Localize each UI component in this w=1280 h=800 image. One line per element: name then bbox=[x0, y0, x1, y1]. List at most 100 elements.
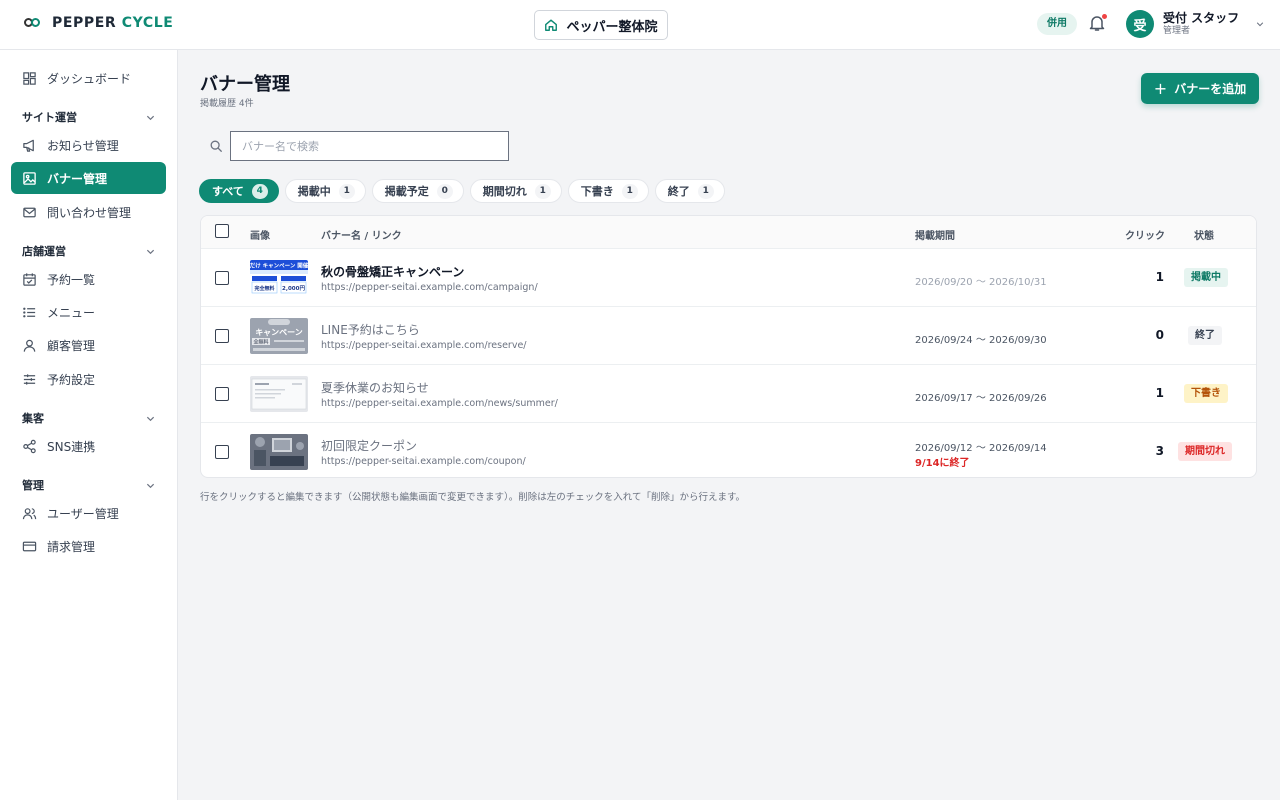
filter-scheduled[interactable]: 掲載予定 0 bbox=[371, 179, 464, 203]
banner-clicks: 1 bbox=[1155, 270, 1164, 284]
sidebar-item-users[interactable]: ユーザー管理 bbox=[11, 497, 166, 529]
column-clicks: クリック bbox=[1125, 231, 1165, 242]
sidebar-item-news[interactable]: お知らせ管理 bbox=[11, 129, 166, 161]
sidebar-item-reservation-settings[interactable]: 予約設定 bbox=[11, 363, 166, 395]
column-image: 画像 bbox=[250, 231, 270, 242]
row-checkbox[interactable] bbox=[215, 445, 229, 459]
banner-thumbnail bbox=[250, 376, 308, 412]
row-checkbox[interactable] bbox=[215, 329, 229, 343]
sidebar-item-menu[interactable]: メニュー bbox=[11, 296, 166, 328]
list-icon bbox=[23, 307, 36, 317]
banner-period: 2026/09/17 〜 2026/09/26 bbox=[915, 393, 1047, 404]
mode-badge: 併用 bbox=[1037, 13, 1077, 35]
user-menu[interactable]: 受 受付 スタッフ 管理者 bbox=[1126, 10, 1264, 38]
column-period: 掲載期間 bbox=[915, 231, 955, 242]
sidebar-item-label: メニュー bbox=[47, 305, 96, 320]
thumb-text-right: 2,000円 bbox=[282, 285, 305, 292]
filter-count: 1 bbox=[534, 183, 551, 199]
share-icon bbox=[23, 439, 36, 453]
sidebar-item-label: 問い合わせ管理 bbox=[47, 205, 132, 220]
banner-name: LINE予約はこちら bbox=[321, 323, 420, 337]
sidebar-item-banners[interactable]: バナー管理 bbox=[11, 162, 166, 194]
mail-icon bbox=[23, 207, 36, 217]
banner-period: 2026/09/20 〜 2026/10/31 bbox=[915, 277, 1047, 288]
chevron-down-icon bbox=[146, 249, 155, 254]
notification-dot bbox=[1102, 14, 1107, 19]
sidebar-item-label: 顧客管理 bbox=[47, 338, 96, 353]
table-row[interactable]: 秋だけ キャンペーン 開催中 完全無料 2,000円 秋の骨盤矯正キャンペーン … bbox=[201, 249, 1256, 307]
banner-thumbnail bbox=[250, 434, 308, 470]
chevron-down-icon bbox=[146, 416, 155, 421]
status-filter-tabs: すべて 4 掲載中 1 掲載予定 0 期間切れ 1 下書き 1 終了 1 bbox=[199, 179, 725, 203]
filter-live[interactable]: 掲載中 1 bbox=[284, 179, 366, 203]
filter-count: 0 bbox=[436, 183, 453, 199]
column-name: バナー名 / リンク bbox=[321, 231, 402, 242]
status-badge: 下書き bbox=[1184, 384, 1228, 403]
banner-period: 2026/09/24 〜 2026/09/30 bbox=[915, 335, 1047, 346]
table-row[interactable]: 初回限定クーポン https://pepper-seitai.example.c… bbox=[201, 423, 1256, 477]
table-row[interactable]: キャンペーン 全無料 LINE予約はこちら https://pepper-sei… bbox=[201, 307, 1256, 365]
banner-clicks: 0 bbox=[1155, 328, 1164, 342]
status-badge: 掲載中 bbox=[1184, 268, 1228, 287]
filter-all[interactable]: すべて 4 bbox=[199, 179, 279, 203]
table-row[interactable]: 夏季休業のお知らせ https://pepper-seitai.example.… bbox=[201, 365, 1256, 423]
logo[interactable]: PEPPER CYCLE bbox=[24, 15, 173, 31]
row-checkbox[interactable] bbox=[215, 387, 229, 401]
banner-url: https://pepper-seitai.example.com/campai… bbox=[321, 282, 538, 293]
sidebar: ダッシュボード サイト運営 お知らせ管理 バナー管理 問い合わせ管理 店舗運営 … bbox=[0, 50, 178, 800]
search-input[interactable] bbox=[230, 131, 509, 161]
section-admin[interactable]: 管理 bbox=[22, 477, 155, 493]
page-subtitle: 掲載履歴 4件 bbox=[200, 99, 254, 109]
filter-count: 1 bbox=[338, 183, 355, 199]
store-switcher[interactable]: ペッパー整体院 bbox=[534, 10, 668, 40]
image-icon bbox=[23, 171, 36, 185]
filter-count: 4 bbox=[251, 183, 268, 199]
filter-draft[interactable]: 下書き 1 bbox=[567, 179, 649, 203]
sidebar-item-sns[interactable]: SNS連携 bbox=[11, 430, 166, 462]
table-footnote: 行をクリックすると編集できます（公開状態も編集画面で変更できます）。削除は左のチ… bbox=[200, 492, 746, 503]
thumb-headline: 秋だけ キャンペーン 開催中 bbox=[250, 262, 308, 270]
section-site[interactable]: サイト運営 bbox=[22, 109, 155, 125]
sidebar-item-billing[interactable]: 請求管理 bbox=[11, 530, 166, 562]
sliders-icon bbox=[23, 373, 36, 385]
user-icon bbox=[23, 339, 36, 352]
sidebar-item-customers[interactable]: 顧客管理 bbox=[11, 329, 166, 361]
banner-clicks: 1 bbox=[1155, 386, 1164, 400]
add-banner-button[interactable]: + バナーを追加 bbox=[1141, 73, 1259, 104]
megaphone-icon bbox=[23, 139, 34, 152]
chevron-down-icon bbox=[146, 483, 155, 488]
user-role: 管理者 bbox=[1163, 25, 1191, 36]
top-bar: PEPPER CYCLE ペッパー整体院 併用 受 受付 スタッフ 管理者 bbox=[0, 0, 1280, 50]
table-header: 画像 バナー名 / リンク 掲載期間 クリック 状態 bbox=[201, 216, 1256, 249]
sidebar-item-label: ユーザー管理 bbox=[47, 506, 119, 521]
sidebar-item-inquiries[interactable]: 問い合わせ管理 bbox=[11, 196, 166, 228]
sidebar-item-label: 予約一覧 bbox=[47, 272, 96, 287]
user-name: 受付 スタッフ bbox=[1163, 11, 1240, 26]
avatar: 受 bbox=[1126, 10, 1154, 38]
banner-name: 秋の骨盤矯正キャンペーン bbox=[321, 265, 465, 279]
store-name: ペッパー整体院 bbox=[566, 19, 658, 35]
row-checkbox[interactable] bbox=[215, 271, 229, 285]
sidebar-item-label: ダッシュボード bbox=[47, 71, 132, 86]
banner-thumbnail: 秋だけ キャンペーン 開催中 完全無料 2,000円 bbox=[250, 260, 308, 296]
sidebar-item-reservations[interactable]: 予約一覧 bbox=[11, 263, 166, 295]
home-icon bbox=[545, 19, 558, 31]
status-badge: 期間切れ bbox=[1178, 442, 1232, 461]
notifications-button[interactable] bbox=[1088, 14, 1108, 34]
banner-url: https://pepper-seitai.example.com/coupon… bbox=[321, 456, 526, 467]
dashboard-icon bbox=[23, 71, 36, 85]
expired-note: 9/14に終了 bbox=[915, 458, 970, 469]
select-all-checkbox[interactable] bbox=[215, 224, 229, 238]
section-store[interactable]: 店舗運営 bbox=[22, 243, 155, 259]
thumb-text-left: 完全無料 bbox=[254, 285, 274, 292]
section-marketing[interactable]: 集客 bbox=[22, 410, 155, 426]
chevron-down-icon bbox=[146, 115, 155, 120]
plus-icon: + bbox=[1153, 78, 1168, 98]
filter-ended[interactable]: 終了 1 bbox=[654, 179, 725, 203]
filter-expired[interactable]: 期間切れ 1 bbox=[469, 179, 562, 203]
search-icon bbox=[210, 140, 222, 152]
banner-name: 夏季休業のお知らせ bbox=[321, 381, 429, 395]
filter-count: 1 bbox=[621, 183, 638, 199]
chevron-down-icon bbox=[1257, 22, 1264, 27]
sidebar-item-dashboard[interactable]: ダッシュボード bbox=[11, 62, 166, 94]
